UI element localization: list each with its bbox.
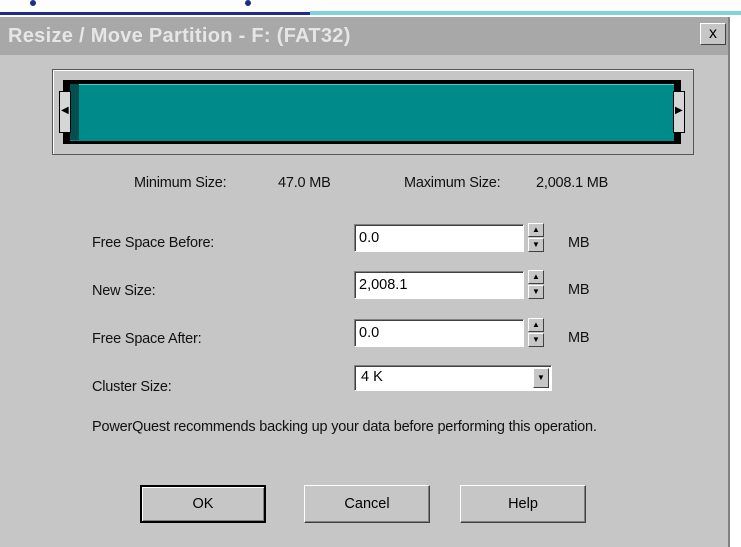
help-button[interactable]: Help [460, 485, 586, 523]
minimum-size-label: Minimum Size: [134, 175, 227, 191]
spin-down-icon[interactable]: ▼ [528, 333, 544, 347]
new-size-spinner[interactable]: ▲ ▼ [528, 270, 544, 300]
chevron-down-icon[interactable]: ▼ [533, 368, 549, 388]
cancel-button[interactable]: Cancel [304, 485, 430, 523]
spin-up-icon[interactable]: ▲ [528, 318, 544, 332]
new-size-label: New Size: [92, 283, 156, 299]
maximum-size-label: Maximum Size: [404, 175, 501, 191]
marker-icon [245, 0, 251, 6]
background-accent-bar [0, 12, 310, 15]
free-space-after-label: Free Space After: [92, 331, 202, 347]
backup-recommendation-text: PowerQuest recommends backing up your da… [92, 419, 597, 435]
free-space-after-unit: MB [568, 330, 590, 346]
free-space-after-spinner[interactable]: ▲ ▼ [528, 318, 544, 348]
background-accent-bar [310, 11, 741, 15]
spin-up-icon[interactable]: ▲ [528, 223, 544, 237]
ok-button[interactable]: OK [140, 485, 266, 523]
resize-handle-icon: ▶ [675, 105, 683, 116]
marker-icon [30, 0, 36, 6]
resize-handle-icon: ◀ [61, 105, 69, 116]
right-resize-handle[interactable]: ▶ [673, 91, 685, 133]
free-space-after-input[interactable] [354, 319, 524, 347]
spin-up-icon[interactable]: ▲ [528, 270, 544, 284]
left-resize-handle[interactable]: ◀ [59, 91, 71, 133]
free-space-before-unit: MB [568, 235, 590, 251]
title-bar[interactable]: Resize / Move Partition - F: (FAT32) x [0, 17, 728, 55]
resize-move-dialog: Resize / Move Partition - F: (FAT32) x ◀… [0, 17, 730, 547]
maximum-size-value: 2,008.1 MB [536, 175, 609, 191]
partition-used-marker [70, 84, 79, 140]
free-space-before-label: Free Space Before: [92, 235, 215, 251]
close-button[interactable]: x [700, 23, 726, 45]
new-size-input[interactable] [354, 271, 524, 299]
cluster-size-dropdown[interactable]: 4 K ▼ [354, 365, 552, 391]
free-space-before-spinner[interactable]: ▲ ▼ [528, 223, 544, 253]
dialog-title: Resize / Move Partition - F: (FAT32) [8, 25, 351, 47]
background-window-strip [0, 0, 741, 16]
partition-gauge-track[interactable]: ◀ ▶ [59, 80, 685, 144]
partition-gauge-fill[interactable] [70, 84, 674, 141]
cluster-size-label: Cluster Size: [92, 379, 172, 395]
spin-down-icon[interactable]: ▼ [528, 238, 544, 252]
new-size-unit: MB [568, 282, 590, 298]
minimum-size-value: 47.0 MB [278, 175, 331, 191]
partition-gauge: ◀ ▶ [52, 69, 694, 155]
free-space-before-input[interactable] [354, 224, 524, 252]
spin-down-icon[interactable]: ▼ [528, 285, 544, 299]
cluster-size-value: 4 K [361, 369, 383, 385]
